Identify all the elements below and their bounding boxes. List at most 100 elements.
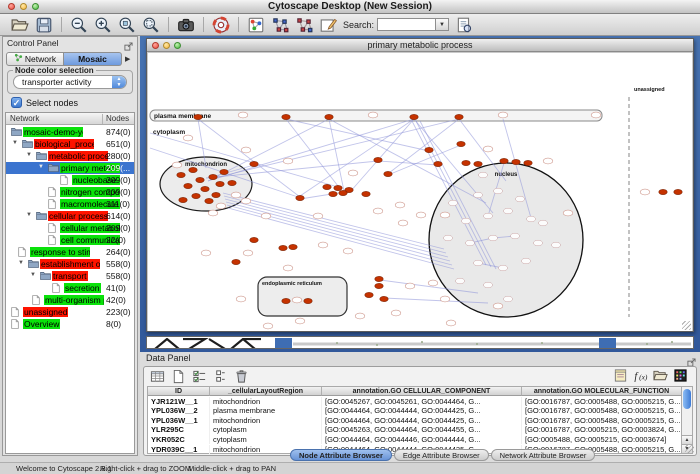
table-cell[interactable]: cytoplasm <box>210 435 322 445</box>
graph-node-nucleus[interactable] <box>484 213 493 219</box>
graph-node-nucleus[interactable] <box>534 240 543 246</box>
graph-node[interactable] <box>279 245 287 250</box>
open-folder-icon[interactable] <box>11 16 29 34</box>
graph-node[interactable] <box>512 159 520 164</box>
graph-node-label[interactable] <box>355 313 365 319</box>
tree-row-overview[interactable]: Overview8(0) <box>6 318 134 330</box>
graph-node[interactable] <box>250 237 258 242</box>
graph-node[interactable] <box>410 114 418 119</box>
graph-node[interactable] <box>659 189 667 194</box>
graph-node[interactable] <box>282 298 290 303</box>
graph-node-label[interactable] <box>348 170 358 176</box>
layout-red-icon[interactable] <box>295 16 313 34</box>
tree-row-metabolic-process[interactable]: ▼metabolic process280(0) <box>6 150 134 162</box>
graph-node-label[interactable] <box>172 162 182 168</box>
tab-network[interactable]: Network <box>6 52 64 66</box>
graph-node[interactable] <box>250 161 258 166</box>
graph-node[interactable] <box>500 158 508 163</box>
select-nodes-checkbox[interactable]: ✓ <box>11 97 22 108</box>
table-cell[interactable]: cytoplasm <box>210 425 322 435</box>
graph-node-nucleus[interactable] <box>474 260 483 266</box>
graph-node[interactable] <box>323 184 331 189</box>
graph-node-nucleus[interactable] <box>539 220 548 226</box>
graph-node-label[interactable] <box>208 210 218 216</box>
graph-node[interactable] <box>455 114 463 119</box>
tree-row-biological-process[interactable]: ▼biological_process651(0) <box>6 138 134 150</box>
import-attributes-icon[interactable] <box>653 368 668 383</box>
graph-node-label[interactable] <box>292 297 302 303</box>
graph-node-label[interactable] <box>395 202 405 208</box>
select-attributes-icon[interactable] <box>192 369 207 384</box>
tree-row-primary-metabol[interactable]: ▼primary metabol209(... <box>6 162 134 174</box>
graph-node[interactable] <box>304 298 312 303</box>
graph-node-label[interactable] <box>216 203 226 209</box>
layout-blue-icon[interactable] <box>271 16 289 34</box>
table-cell[interactable]: [GO:0044464, GO:0044444, GO:0044425, G..… <box>322 416 522 426</box>
graph-node-nucleus[interactable] <box>456 278 465 284</box>
graph-node-nucleus[interactable] <box>504 208 513 214</box>
graph-node-label[interactable] <box>391 310 401 316</box>
graph-node[interactable] <box>374 157 382 162</box>
help-lifebuoy-icon[interactable] <box>212 16 230 34</box>
graph-node[interactable] <box>339 190 347 195</box>
graph-node-label[interactable] <box>283 265 293 271</box>
graph-node-nucleus[interactable] <box>444 235 453 241</box>
graph-node[interactable] <box>212 192 220 197</box>
search-input[interactable] <box>377 18 435 31</box>
graph-node-nucleus[interactable] <box>552 242 561 248</box>
graph-node-label[interactable] <box>238 112 248 118</box>
table-cell[interactable]: YPL036W__1 <box>148 416 210 426</box>
graph-node[interactable] <box>216 181 224 186</box>
graph-node-label[interactable] <box>373 208 383 214</box>
table-cell[interactable]: [GO:0016787, GO:0005488, GO:0005215, G..… <box>522 406 682 416</box>
graph-node[interactable] <box>524 160 532 165</box>
table-cell[interactable]: [GO:0016787, GO:0005488, GO:0005215, G..… <box>522 397 682 407</box>
tree-row-cellular-process[interactable]: ▼cellular process614(0) <box>6 210 134 222</box>
graph-node[interactable] <box>177 172 185 177</box>
graph-node-nucleus[interactable] <box>511 233 520 239</box>
table-cell[interactable]: YDR039C__1 <box>148 445 210 455</box>
graph-node[interactable] <box>384 171 392 176</box>
snapshot-camera-icon[interactable] <box>177 16 195 34</box>
tree-row-cellular-metabol[interactable]: cellular metabol209(0) <box>6 222 134 234</box>
table-cell[interactable]: YLR295C <box>148 425 210 435</box>
scrollbar-thumb[interactable] <box>683 389 691 409</box>
table-cell[interactable]: [GO:0016787, GO:0005215, GO:0003824, G..… <box>522 425 682 435</box>
expander-icon[interactable]: ▼ <box>30 272 36 278</box>
graph-node-label[interactable] <box>440 212 450 218</box>
graph-node-label[interactable] <box>368 112 378 118</box>
graph-node-label[interactable] <box>398 220 408 226</box>
expander-icon[interactable]: ▼ <box>18 260 24 266</box>
graph-node-label[interactable] <box>241 198 251 204</box>
graph-node[interactable] <box>325 114 333 119</box>
window-resize-grip[interactable] <box>682 321 691 330</box>
graph-node-nucleus[interactable] <box>479 172 488 178</box>
save-icon[interactable] <box>35 16 53 34</box>
graph-node[interactable] <box>232 259 240 264</box>
search-doc-icon[interactable] <box>455 16 473 34</box>
expander-icon[interactable]: ▼ <box>26 152 32 158</box>
expander-icon[interactable]: ▼ <box>38 164 44 170</box>
graph-node-label[interactable] <box>313 213 323 219</box>
table-cell[interactable]: [GO:0045263, GO:0044464, GO:0044455, G..… <box>322 425 522 435</box>
graph-node[interactable] <box>194 114 202 119</box>
table-cell[interactable]: [GO:0045267, GO:0045261, GO:0044464, G..… <box>322 397 522 407</box>
panel-resize-grip[interactable] <box>685 444 694 453</box>
tree-row-nitrogen-compo[interactable]: nitrogen compo209(0) <box>6 186 134 198</box>
graph-node[interactable] <box>674 189 682 194</box>
graph-node[interactable] <box>434 161 442 166</box>
graph-node-label[interactable] <box>243 250 253 256</box>
graph-node-label[interactable] <box>440 296 450 302</box>
graph-node-label[interactable] <box>416 212 426 218</box>
table-cell[interactable]: mitochondrion <box>210 397 322 407</box>
graph-node-label[interactable] <box>343 248 353 254</box>
table-cell[interactable]: YKR052C <box>148 435 210 445</box>
graph-node-nucleus[interactable] <box>499 265 508 271</box>
graph-node-label[interactable] <box>563 210 573 216</box>
search-dropdown-arrow-icon[interactable]: ▼ <box>435 18 449 31</box>
graph-node[interactable] <box>365 292 373 297</box>
graph-node-label[interactable] <box>263 323 273 329</box>
graph-node[interactable] <box>228 180 236 185</box>
graph-node[interactable] <box>289 244 297 249</box>
graph-node-label[interactable] <box>428 280 438 286</box>
